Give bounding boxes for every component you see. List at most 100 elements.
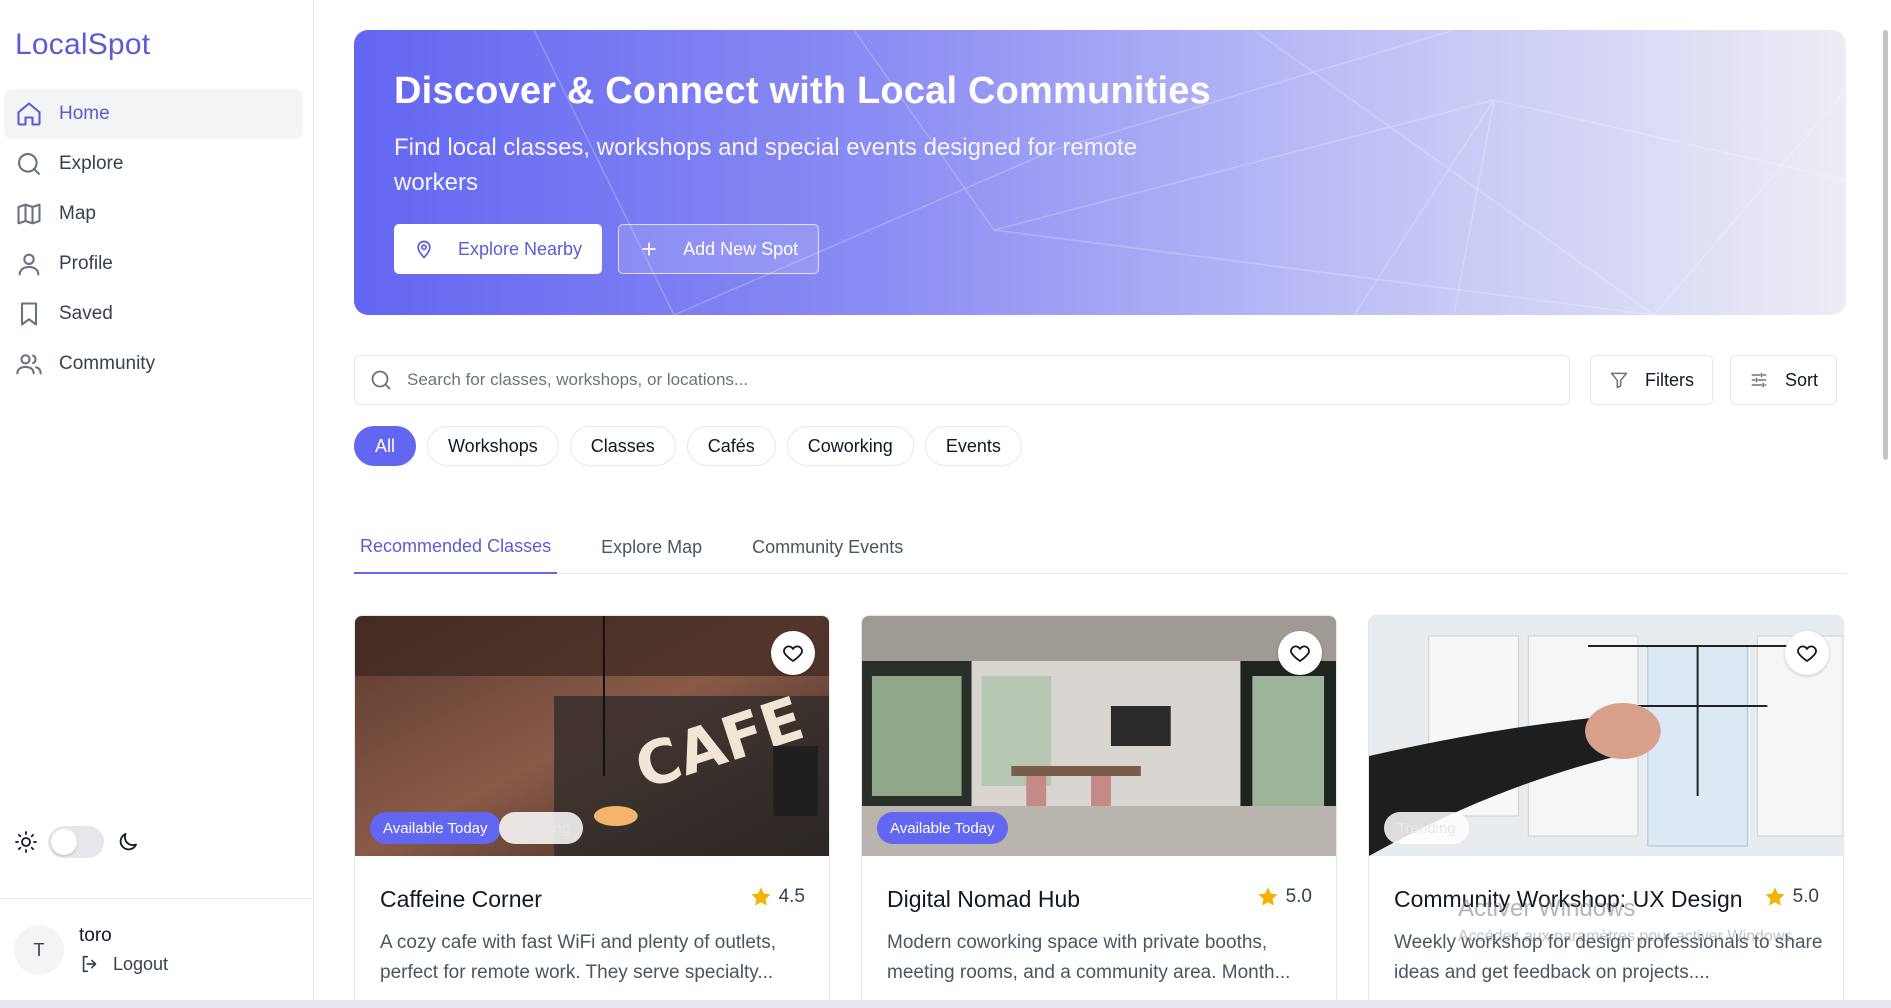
search-input[interactable]	[407, 370, 1507, 390]
bookmark-icon	[20, 302, 38, 326]
chip-events[interactable]: Events	[924, 426, 1022, 466]
explore-nearby-button[interactable]: Explore Nearby	[394, 224, 603, 274]
moon-icon	[119, 833, 137, 851]
sliders-icon	[1751, 372, 1767, 388]
card-title[interactable]: Digital Nomad Hub	[887, 886, 1080, 913]
sort-button[interactable]: Sort	[1730, 355, 1838, 405]
theme-toggle-row	[14, 826, 140, 858]
trending-badge: Trending	[498, 812, 584, 844]
favorite-button[interactable]	[1278, 631, 1322, 675]
user-icon	[18, 253, 40, 276]
heart-icon	[1797, 645, 1817, 662]
available-today-badge: Available Today	[370, 812, 501, 844]
card-description: Modern coworking space with private boot…	[887, 932, 1291, 983]
favorite-button[interactable]	[1785, 631, 1829, 675]
filter-icon	[1610, 372, 1628, 389]
theme-toggle[interactable]	[48, 826, 104, 858]
rating-value: 4.5	[778, 886, 805, 907]
logout-icon	[82, 955, 97, 973]
star-icon	[1765, 887, 1785, 906]
spot-card[interactable]: CAFE Available Today Trending Caffeine C…	[354, 615, 830, 1008]
sidebar-item-label: Profile	[59, 253, 113, 274]
spot-card[interactable]: Trending Community Workshop: UX Design 5…	[1368, 615, 1844, 1008]
content-tabs: Recommended Classes Explore Map Communit…	[354, 520, 1846, 574]
tab-explore-map[interactable]: Explore Map	[595, 520, 708, 574]
card-badges: Trending	[1384, 812, 1469, 844]
hero-subtitle: Find local classes, workshops and specia…	[394, 134, 1138, 196]
page-scrollbar[interactable]	[1880, 0, 1891, 1008]
star-icon	[1258, 887, 1278, 906]
sidebar-item-explore[interactable]: Explore	[4, 139, 303, 189]
scrollbar-thumb[interactable]	[1883, 30, 1888, 460]
card-badges: Available Today	[877, 812, 1008, 844]
spot-card[interactable]: Available Today Digital Nomad Hub 5.0 Mo…	[861, 615, 1337, 1008]
toggle-knob	[51, 829, 77, 855]
hero-title: Discover & Connect with Local Communitie…	[394, 70, 1211, 112]
rating-value: 5.0	[1792, 886, 1819, 907]
chip-cafes[interactable]: Cafés	[686, 426, 776, 466]
card-rating: 4.5	[749, 885, 805, 909]
map-icon	[17, 203, 41, 225]
card-rating: 5.0	[1763, 885, 1819, 909]
sidebar-item-map[interactable]: Map	[4, 189, 303, 239]
chip-classes[interactable]: Classes	[569, 426, 676, 466]
chip-workshops[interactable]: Workshops	[427, 426, 559, 466]
logout-button[interactable]: Logout	[79, 953, 168, 975]
windows-activation-subtitle: Accédez aux paramètres pour activer Wind…	[1458, 928, 1797, 945]
sidebar-item-home[interactable]: Home	[4, 89, 303, 139]
sidebar-item-label: Saved	[59, 303, 113, 324]
sidebar-item-saved[interactable]: Saved	[4, 289, 303, 339]
add-new-spot-button[interactable]: Add New Spot	[618, 224, 820, 274]
map-pin-icon	[417, 240, 431, 259]
windows-activation-title: Activer Windows	[1458, 895, 1636, 922]
users-icon	[16, 354, 42, 375]
card-grid: CAFE Available Today Trending Caffeine C…	[354, 615, 1844, 1008]
avatar[interactable]: T	[14, 925, 64, 975]
add-new-spot-label: Add New Spot	[683, 238, 799, 259]
filters-button[interactable]: Filters	[1590, 355, 1713, 405]
heart-icon	[1290, 645, 1310, 662]
sidebar-item-label: Map	[59, 203, 96, 224]
window-bottom-edge	[0, 1000, 1891, 1008]
hero-actions: Explore Nearby Add New Spot	[394, 224, 820, 274]
card-image-cafe: CAFE Available Today Trending	[355, 616, 829, 856]
plus-icon	[642, 242, 656, 256]
trending-badge: Trending	[1384, 812, 1469, 844]
search-bar	[354, 355, 1570, 405]
username: toro	[79, 925, 112, 946]
chip-coworking[interactable]: Coworking	[786, 426, 914, 466]
sidebar: LocalSpot Home Explore Map Profile Saved	[0, 0, 314, 1000]
sidebar-item-label: Explore	[59, 153, 124, 174]
home-icon	[17, 102, 41, 126]
card-title[interactable]: Caffeine Corner	[380, 886, 542, 913]
logout-label: Logout	[113, 953, 169, 974]
sort-label: Sort	[1785, 369, 1819, 390]
user-panel: T toro Logout	[0, 898, 314, 1000]
card-image-workshop: Trending	[1369, 616, 1843, 856]
sidebar-item-community[interactable]: Community	[4, 339, 303, 389]
hero-banner: Discover & Connect with Local Communitie…	[354, 30, 1846, 315]
sidebar-item-label: Home	[59, 103, 110, 124]
sidebar-nav: Home Explore Map Profile Saved Community	[4, 89, 303, 389]
available-today-badge: Available Today	[877, 812, 1008, 844]
card-description: A cozy cafe with fast WiFi and plenty of…	[380, 932, 777, 983]
card-badges: Available Today Trending	[370, 812, 584, 844]
explore-nearby-label: Explore Nearby	[458, 238, 583, 259]
chip-all[interactable]: All	[354, 426, 417, 466]
tab-community-events[interactable]: Community Events	[746, 520, 909, 574]
sun-icon	[15, 831, 37, 853]
main-content: Discover & Connect with Local Communitie…	[314, 0, 1891, 1008]
search-icon	[371, 370, 391, 390]
favorite-button[interactable]	[771, 631, 815, 675]
rating-value: 5.0	[1285, 886, 1312, 907]
search-icon	[18, 153, 40, 175]
app-root: LocalSpot Home Explore Map Profile Saved	[0, 0, 1891, 1008]
card-image-coworking: Available Today	[862, 616, 1336, 856]
star-icon	[751, 887, 771, 906]
sidebar-item-profile[interactable]: Profile	[4, 239, 303, 289]
tab-recommended-classes[interactable]: Recommended Classes	[354, 520, 558, 574]
card-rating: 5.0	[1256, 885, 1312, 909]
app-logo[interactable]: LocalSpot	[15, 28, 150, 62]
category-chips: All Workshops Classes Cafés Coworking Ev…	[354, 426, 1033, 466]
sidebar-item-label: Community	[59, 353, 156, 374]
